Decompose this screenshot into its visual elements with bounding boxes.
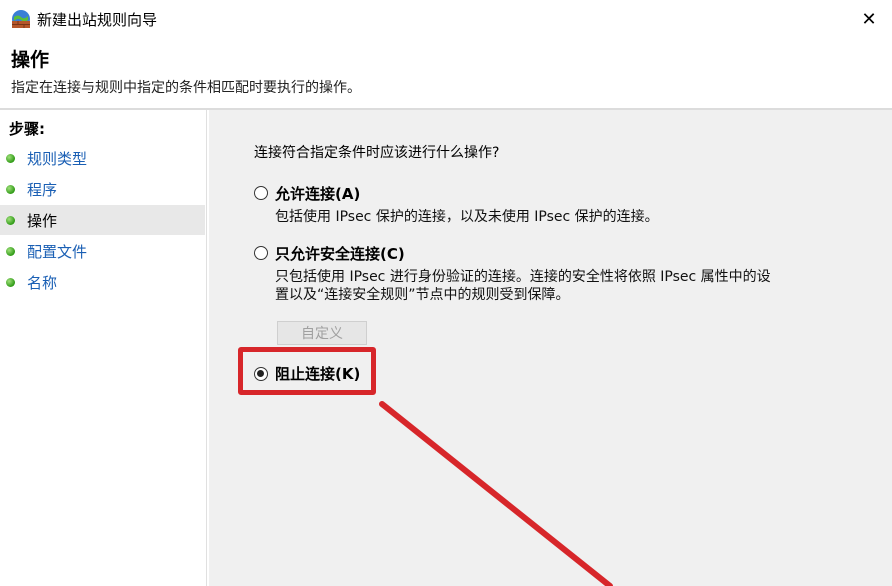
step-bullet-icon [6,277,15,287]
wizard-header: 操作 指定在连接与规则中指定的条件相匹配时要执行的操作。 [0,38,892,108]
customize-button[interactable]: 自定义 [277,321,367,345]
sidebar-item-label: 名称 [27,273,58,292]
step-bullet-icon [6,246,15,256]
window-title: 新建出站规则向导 [37,11,158,29]
allow-connection-radio[interactable] [254,186,268,200]
sidebar-item-name[interactable]: 名称 [0,267,205,297]
step-bullet-icon [6,153,15,163]
sidebar-item-action[interactable]: 操作 [0,205,205,235]
steps-sidebar: 步骤: 规则类型 程序 操作 配置文件 名称 [0,110,207,586]
firewall-globe-icon [12,10,30,28]
sidebar-item-label: 操作 [27,211,58,230]
allow-connection-description: 包括使用 IPsec 保护的连接，以及未使用 IPsec 保护的连接。 [275,209,659,225]
steps-title: 步骤: [9,120,45,138]
close-button[interactable]: ✕ [846,0,892,38]
annotation-highlight-box [238,347,376,395]
allow-connection-label[interactable]: 允许连接(A) [275,183,360,204]
sidebar-item-label: 规则类型 [27,149,88,168]
sidebar-item-program[interactable]: 程序 [0,174,205,204]
page-title: 操作 [11,49,50,71]
sidebar-item-profile[interactable]: 配置文件 [0,236,205,266]
page-description: 指定在连接与规则中指定的条件相匹配时要执行的操作。 [11,80,361,96]
sidebar-item-label: 程序 [27,180,58,199]
action-question: 连接符合指定条件时应该进行什么操作? [254,145,500,161]
sidebar-item-rule-type[interactable]: 规则类型 [0,143,205,173]
sidebar-item-label: 配置文件 [27,242,88,261]
step-bullet-icon [6,184,15,194]
step-bullet-icon [6,215,15,225]
secure-connection-description-line2: 置以及“连接安全规则”节点中的规则受到保障。 [275,287,570,303]
close-icon: ✕ [861,8,877,30]
secure-connection-description-line1: 只包括使用 IPsec 进行身份验证的连接。连接的安全性将依照 IPsec 属性… [275,269,771,285]
secure-connection-label[interactable]: 只允许安全连接(C) [275,243,405,264]
secure-connection-radio[interactable] [254,246,268,260]
title-bar: 新建出站规则向导 ✕ [0,0,892,38]
